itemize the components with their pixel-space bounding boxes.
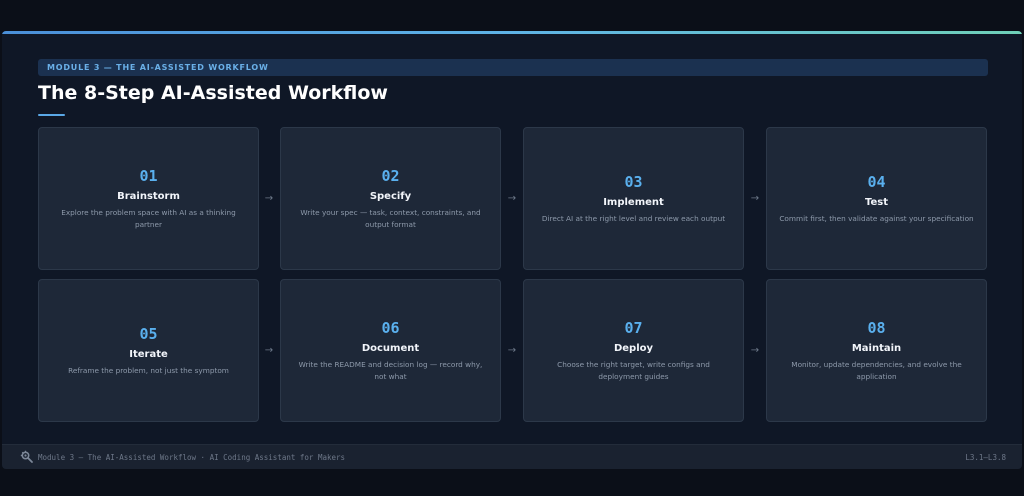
step-card-07: 07 Deploy Choose the right target, write… — [523, 279, 744, 422]
page-title: The 8-Step AI-Assisted Workflow — [38, 82, 388, 104]
step-title: Test — [864, 196, 888, 208]
arrow-icon: → — [507, 193, 517, 204]
step-title: Brainstorm — [117, 191, 180, 202]
module-banner: MODULE 3 — THE AI-ASSISTED WORKFLOW — [38, 59, 988, 76]
slide: MODULE 3 — THE AI-ASSISTED WORKFLOW The … — [2, 31, 1022, 469]
step-number: 04 — [867, 172, 886, 191]
step-card-02: 02 Specify Write your spec — task, conte… — [280, 127, 501, 270]
arrow-icon: → — [264, 193, 274, 204]
magnifier-gear-icon — [20, 450, 33, 463]
step-number: 06 — [381, 319, 400, 337]
title-underline — [38, 114, 65, 116]
step-description: Monitor, update dependencies, and evolve… — [791, 360, 962, 381]
arrow-icon: → — [750, 193, 760, 204]
step-number: 05 — [139, 324, 158, 343]
step-title: Iterate — [129, 348, 168, 360]
step-description: Reframe the problem, not just the sympto… — [68, 365, 229, 375]
step-number: 08 — [867, 319, 886, 337]
step-card-06: 06 Document Write the README and decisio… — [280, 279, 501, 422]
step-number: 02 — [381, 167, 400, 185]
step-description: Choose the right target, write configs a… — [557, 360, 710, 381]
step-card-01: 01 Brainstorm Explore the problem space … — [38, 127, 259, 270]
footer-lesson-ref: L3.1–L3.8 — [965, 453, 1006, 462]
step-description: Commit first, then validate against your… — [779, 213, 974, 223]
step-description: Write your spec — task, context, constra… — [300, 208, 481, 229]
step-card-04: 04 Test Commit first, then validate agai… — [766, 127, 987, 270]
step-description: Explore the problem space with AI as a t… — [61, 208, 236, 229]
accent-bar — [2, 31, 1022, 34]
step-description: Write the README and decision log — reco… — [298, 360, 483, 381]
step-title: Maintain — [851, 343, 902, 354]
step-title: Specify — [369, 191, 412, 202]
step-title: Deploy — [613, 343, 654, 354]
arrow-icon: → — [264, 345, 274, 356]
step-description: Direct AI at the right level and review … — [541, 213, 726, 223]
step-title: Implement — [603, 196, 664, 208]
footer-text: Module 3 — The AI-Assisted Workflow · AI… — [38, 453, 346, 462]
arrow-icon: → — [750, 345, 760, 356]
step-card-08: 08 Maintain Monitor, update dependencies… — [766, 279, 987, 422]
step-number: 03 — [624, 172, 643, 191]
arrow-icon: → — [507, 345, 517, 356]
step-title: Document — [361, 343, 420, 354]
step-card-03: 03 Implement Direct AI at the right leve… — [523, 127, 744, 270]
step-card-05: 05 Iterate Reframe the problem, not just… — [38, 279, 259, 422]
footer: Module 3 — The AI-Assisted Workflow · AI… — [2, 444, 1022, 469]
step-number: 07 — [624, 319, 643, 337]
step-number: 01 — [139, 167, 158, 185]
